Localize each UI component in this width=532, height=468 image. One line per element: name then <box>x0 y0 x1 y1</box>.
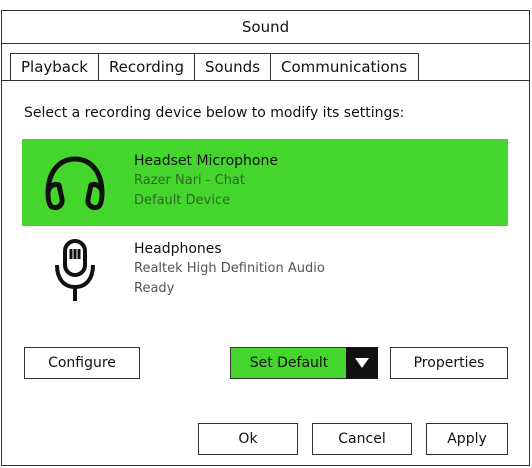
ok-button[interactable]: Ok <box>198 423 298 455</box>
device-driver: Razer Nari - Chat <box>134 173 245 188</box>
device-info: Headset Microphone Razer Nari - Chat Def… <box>134 151 278 211</box>
set-default-button[interactable]: Set Default <box>230 347 348 379</box>
set-default-dropdown-button[interactable] <box>346 347 378 379</box>
device-name: Headset Microphone <box>134 153 278 169</box>
device-status: Default Device <box>134 193 231 208</box>
window-title: Sound <box>2 11 529 44</box>
instruction-text: Select a recording device below to modif… <box>24 105 405 121</box>
device-status: Ready <box>134 281 175 296</box>
tab-divider <box>2 80 529 81</box>
sound-dialog: Sound Playback Recording Sounds Communic… <box>1 10 530 466</box>
cancel-button[interactable]: Cancel <box>312 423 412 455</box>
configure-button[interactable]: Configure <box>24 347 140 379</box>
tab-recording[interactable]: Recording <box>97 53 195 81</box>
device-name: Headphones <box>134 241 222 257</box>
tab-communications[interactable]: Communications <box>270 53 420 81</box>
chevron-down-icon <box>355 358 369 368</box>
tab-playback[interactable]: Playback <box>10 53 99 81</box>
headset-icon <box>40 149 110 219</box>
device-item-headphones[interactable]: Headphones Realtek High Definition Audio… <box>22 227 508 314</box>
device-info: Headphones Realtek High Definition Audio… <box>134 239 325 299</box>
properties-button[interactable]: Properties <box>390 347 508 379</box>
microphone-icon <box>40 237 110 307</box>
device-driver: Realtek High Definition Audio <box>134 261 325 276</box>
tab-bar: Playback Recording Sounds Communications <box>10 53 420 81</box>
tab-sounds[interactable]: Sounds <box>193 53 272 81</box>
apply-button[interactable]: Apply <box>426 423 508 455</box>
device-item-headset-microphone[interactable]: Headset Microphone Razer Nari - Chat Def… <box>22 139 508 226</box>
